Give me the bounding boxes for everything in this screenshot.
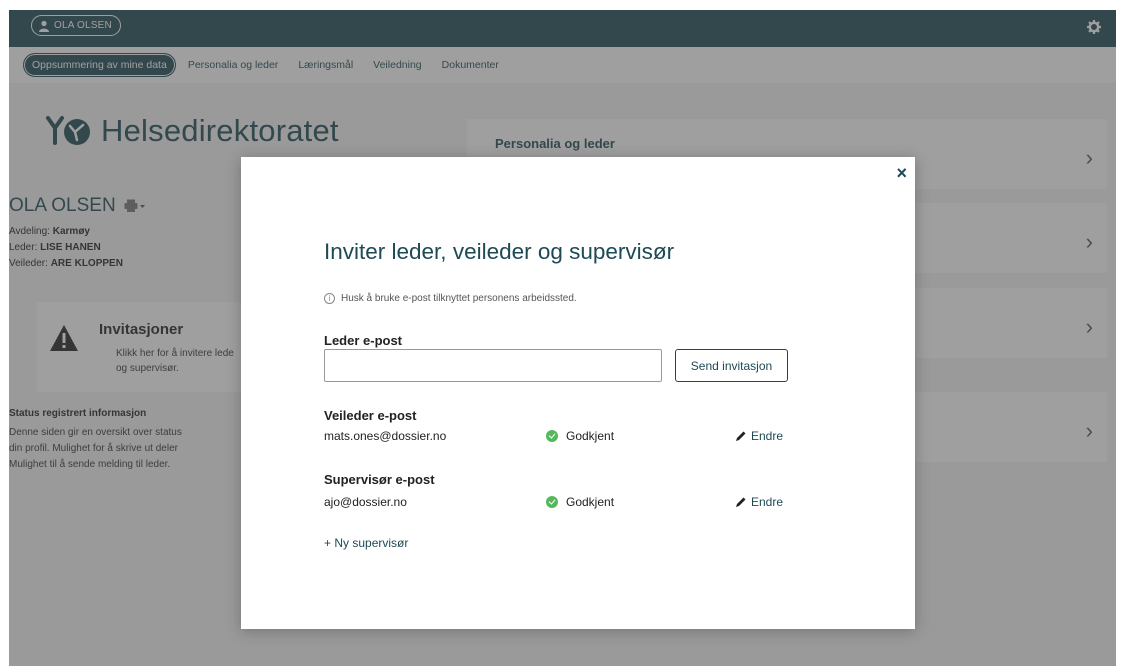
warning-icon <box>50 325 78 351</box>
supervisor-status-text: Godkjent <box>566 495 615 509</box>
avdeling-label: Avdeling: <box>9 226 50 237</box>
pencil-icon <box>736 497 746 507</box>
status-title: Status registrert informasjon <box>9 408 147 419</box>
user-icon <box>39 20 49 32</box>
edit-veileder-button[interactable]: Endre <box>735 429 783 443</box>
invitations-title: Invitasjoner <box>99 321 184 338</box>
chevron-right-icon: › <box>1085 314 1093 339</box>
chevron-right-icon: › <box>1085 418 1093 443</box>
hint-text: i Husk å bruke e-post tilknyttet persone… <box>324 293 577 304</box>
status-desc: Denne siden gir en oversikt over status … <box>9 425 249 473</box>
edit-label: Endre <box>751 429 784 443</box>
tab-dokumenter[interactable]: Dokumenter <box>434 54 507 76</box>
card-title: Personalia og leder <box>495 136 615 151</box>
person-name-text: OLA OLSEN <box>9 195 116 216</box>
leder-value: LISE HANEN <box>40 242 101 253</box>
veileder-email: mats.ones@dossier.no <box>324 429 447 443</box>
user-menu-button[interactable]: OLA OLSEN <box>31 15 121 36</box>
chevron-right-icon: › <box>1085 145 1093 170</box>
edit-supervisor-button[interactable]: Endre <box>735 495 783 509</box>
supervisor-email: ajo@dossier.no <box>324 495 407 509</box>
veileder-email-label: Veileder e-post <box>324 408 417 423</box>
supervisor-email-label: Supervisør e-post <box>324 472 435 487</box>
invite-modal: × Inviter leder, veileder og supervisør … <box>241 157 915 629</box>
hint-message: Husk å bruke e-post tilknyttet personens… <box>341 293 577 304</box>
status-desc-line: din profil. Mulighet for å skrive ut del… <box>9 443 178 454</box>
tab-oppsummering[interactable]: Oppsummering av mine data <box>23 53 176 77</box>
modal-title: Inviter leder, veileder og supervisør <box>324 239 675 264</box>
veileder-status-text: Godkjent <box>566 429 615 443</box>
person-meta: Avdeling: Karmøy Leder: LISE HANEN Veile… <box>9 224 123 272</box>
chevron-right-icon: › <box>1085 229 1093 254</box>
main-nav: Oppsummering av mine data Personalia og … <box>9 47 1116 83</box>
logo-text: Helsedirektoratet <box>101 113 339 148</box>
send-invitation-button[interactable]: Send invitasjon <box>675 349 788 382</box>
tab-personalia[interactable]: Personalia og leder <box>180 54 286 76</box>
avdeling-value: Karmøy <box>52 226 90 237</box>
leder-email-label: Leder e-post <box>324 333 403 348</box>
logo: Helsedirektoratet <box>45 113 339 149</box>
leder-email-input[interactable] <box>324 349 662 382</box>
check-circle-icon <box>546 496 558 508</box>
veileder-status: Godkjent <box>546 429 614 443</box>
status-desc-line: Denne siden gir en oversikt over status <box>9 427 182 438</box>
check-circle-icon <box>546 430 558 442</box>
info-icon: i <box>324 293 335 304</box>
pencil-icon <box>736 431 746 441</box>
add-supervisor-link[interactable]: + Ny supervisør <box>324 536 408 550</box>
tab-laeringsmal[interactable]: Læringsmål <box>290 54 361 76</box>
person-name: OLA OLSEN <box>9 195 146 217</box>
supervisor-status: Godkjent <box>546 495 614 509</box>
leder-label: Leder: <box>9 242 38 253</box>
status-desc-line: Mulighet til å sende melding til leder. <box>9 459 171 470</box>
printer-icon[interactable] <box>124 199 146 213</box>
edit-label: Endre <box>751 495 784 509</box>
helsedirektoratet-logo-icon <box>46 116 90 145</box>
tab-veiledning[interactable]: Veiledning <box>365 54 429 76</box>
top-bar: OLA OLSEN <box>9 10 1116 47</box>
gear-icon[interactable] <box>1086 19 1102 35</box>
user-name: OLA OLSEN <box>54 20 112 31</box>
close-icon[interactable]: × <box>896 163 907 184</box>
veileder-value: ARE KLOPPEN <box>50 258 123 269</box>
veileder-label: Veileder: <box>9 258 48 269</box>
